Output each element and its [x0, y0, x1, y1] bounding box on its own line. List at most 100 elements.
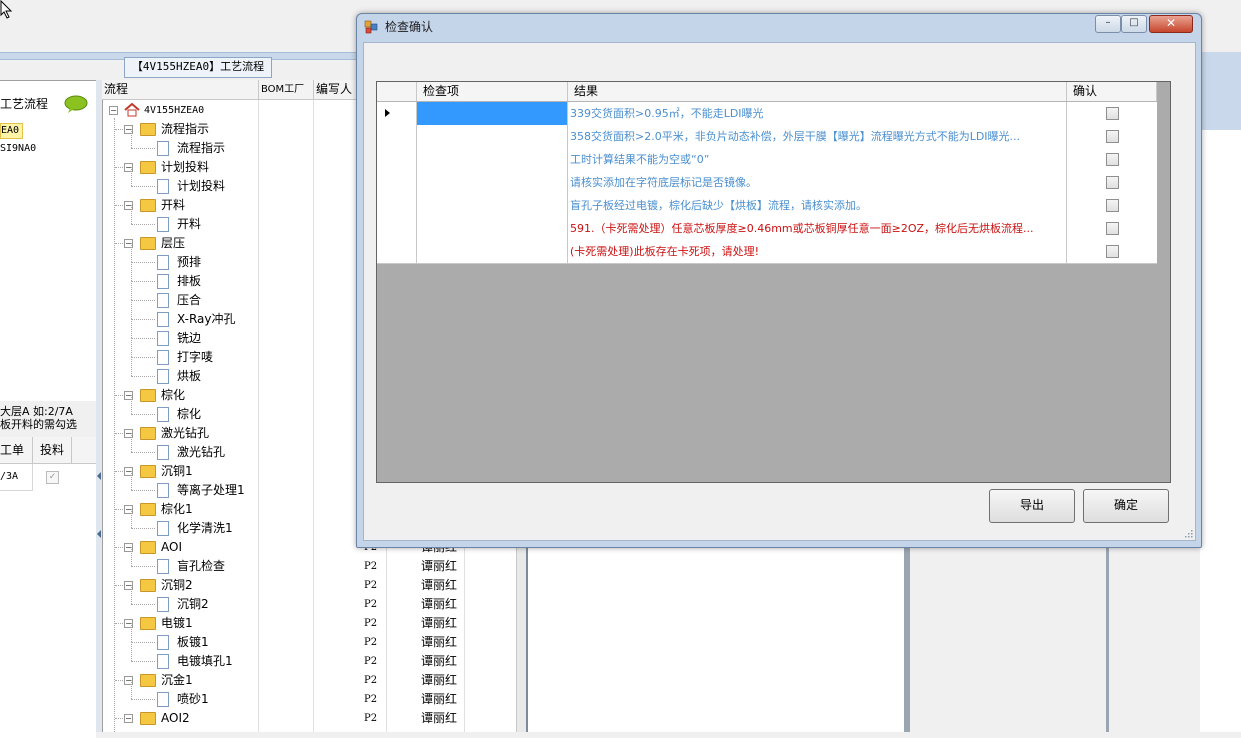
- tree-line: [131, 509, 132, 528]
- folder-icon: [140, 389, 156, 402]
- grid-header-rowselect[interactable]: [377, 82, 417, 101]
- check-item-cell[interactable]: [417, 171, 568, 194]
- check-grid-row[interactable]: 请核实添加在字符底层标记是否镜像。: [377, 171, 1157, 195]
- check-item-cell[interactable]: [417, 194, 568, 217]
- tree-row[interactable]: 板镀1P2谭丽红已编写: [102, 623, 602, 652]
- check-result-cell[interactable]: 工时计算结果不能为空或“0”: [568, 148, 1067, 171]
- tree-row[interactable]: −电镀1P2谭丽红已编写: [102, 614, 602, 633]
- confirm-checkbox[interactable]: [1106, 153, 1119, 166]
- confirm-checkbox[interactable]: [1106, 107, 1119, 120]
- grid-header-result[interactable]: 结果: [568, 82, 1067, 101]
- row-selector[interactable]: [377, 171, 417, 194]
- check-result-cell[interactable]: 591.（卡死需处理）任意芯板厚度≥0.46mm或芯板铜厚任意一面≥2OZ，棕化…: [568, 217, 1067, 240]
- export-button[interactable]: 导出: [989, 489, 1075, 523]
- check-grid-row[interactable]: 358交货面积>2.0平米，非负片动态补偿，外层干膜【曝光】流程曝光方式不能为L…: [377, 125, 1157, 149]
- minimize-button[interactable]: –: [1095, 15, 1121, 33]
- tree-row[interactable]: 盲孔检查P2谭丽红已编写: [102, 547, 602, 576]
- document-icon: [157, 274, 169, 289]
- row-selector[interactable]: [377, 194, 417, 217]
- resize-grip-icon[interactable]: [1184, 529, 1193, 538]
- check-grid-row[interactable]: 591.（卡死需处理）任意芯板厚度≥0.46mm或芯板铜厚任意一面≥2OZ，棕化…: [377, 217, 1157, 241]
- tree-line: [131, 395, 132, 414]
- check-result-cell[interactable]: 请核实添加在字符底层标记是否镜像。: [568, 171, 1067, 194]
- collapse-icon[interactable]: −: [124, 714, 133, 723]
- check-grid-row[interactable]: (卡死需处理)此板存在卡死项，请处理!: [377, 240, 1157, 264]
- tree-row[interactable]: 沉铜2P2谭丽红已编写: [102, 585, 602, 614]
- folder-icon: [140, 617, 156, 630]
- confirm-checkbox[interactable]: [1106, 222, 1119, 235]
- check-item-cell[interactable]: [417, 125, 568, 148]
- row-selector[interactable]: [377, 217, 417, 240]
- row-selector[interactable]: [377, 125, 417, 148]
- current-row-arrow-icon: [385, 109, 390, 117]
- home-icon: [124, 103, 140, 117]
- check-result-cell[interactable]: 339交货面积>0.95㎡，不能走LDI曝光: [568, 102, 1067, 125]
- check-item-cell[interactable]: [417, 217, 568, 240]
- tree-line: [131, 319, 155, 320]
- maximize-button[interactable]: □: [1121, 15, 1147, 33]
- tree-node-label: 电镀1: [161, 616, 193, 630]
- collapse-icon[interactable]: −: [109, 106, 118, 115]
- tree-node-label: 喷砂1: [177, 692, 209, 706]
- check-result-cell[interactable]: (卡死需处理)此板存在卡死项，请处理!: [568, 240, 1067, 263]
- tree-line: [115, 471, 123, 472]
- right-panel-body: [1200, 130, 1241, 732]
- folder-icon: [140, 465, 156, 478]
- tree-row[interactable]: 喷砂1P2谭丽红已编写: [102, 680, 602, 709]
- collapse-arrow-icon[interactable]: [97, 530, 101, 538]
- confirm-checkbox[interactable]: [1106, 176, 1119, 189]
- tree-node-label: AOI2: [161, 711, 190, 725]
- tree-writer-cell: 谭丽红: [421, 673, 458, 687]
- tree-line: [115, 623, 123, 624]
- collapse-arrow-icon[interactable]: [97, 472, 101, 480]
- check-item-cell[interactable]: [417, 240, 568, 263]
- left-list-item-selected[interactable]: EA0: [0, 123, 24, 139]
- grid-header-confirm[interactable]: 确认: [1067, 82, 1157, 101]
- tree-bom-cell: P2: [364, 675, 378, 686]
- tree-line: [131, 243, 132, 262]
- confirm-checkbox[interactable]: [1106, 245, 1119, 258]
- folder-icon: [140, 199, 156, 212]
- tree-line: [131, 262, 132, 281]
- check-grid-row[interactable]: 工时计算结果不能为空或“0”: [377, 148, 1157, 172]
- left-grid-header-order[interactable]: 工单: [0, 437, 33, 464]
- check-result-cell[interactable]: 358交货面积>2.0平米，非负片动态补偿，外层干膜【曝光】流程曝光方式不能为L…: [568, 125, 1067, 148]
- row-selector[interactable]: [377, 240, 417, 263]
- tree-writer-cell: 谭丽红: [421, 559, 458, 573]
- tree-writer-cell: 谭丽红: [421, 635, 458, 649]
- tree-node-label: 打字唛: [177, 350, 214, 364]
- document-icon: [157, 255, 169, 270]
- left-grid-header-feed[interactable]: 投料: [33, 437, 72, 464]
- check-item-cell[interactable]: [417, 148, 568, 171]
- document-icon: [157, 635, 169, 650]
- check-grid-row[interactable]: 盲孔子板经过电镀，棕化后缺少【烘板】流程，请核实添加。: [377, 194, 1157, 218]
- check-item-cell[interactable]: [417, 102, 568, 125]
- check-grid-header: 检查项 结果 确认: [377, 82, 1157, 102]
- tree-row[interactable]: −沉铜2P2谭丽红已编写: [102, 576, 602, 595]
- tree-row[interactable]: −沉金1P2谭丽红已编写: [102, 671, 602, 690]
- tree-header-bom[interactable]: BOM工厂: [259, 80, 314, 99]
- row-selector[interactable]: [377, 102, 417, 125]
- close-button[interactable]: ✕: [1149, 15, 1193, 33]
- check-result-cell[interactable]: 盲孔子板经过电镀，棕化后缺少【烘板】流程，请核实添加。: [568, 194, 1067, 217]
- tree-writer-cell: 谭丽红: [421, 654, 458, 668]
- tree-line: [131, 680, 132, 699]
- tree-line: [131, 414, 155, 415]
- left-grid-order-cell[interactable]: /3A: [0, 464, 33, 491]
- grid-header-item[interactable]: 检查项: [417, 82, 568, 101]
- left-grid-feed-checkbox[interactable]: ✓: [46, 471, 59, 484]
- tree-header-process[interactable]: 流程: [102, 80, 259, 99]
- left-list-item[interactable]: SI9NA0: [0, 143, 36, 154]
- row-selector[interactable]: [377, 148, 417, 171]
- ok-button[interactable]: 确定: [1083, 489, 1169, 523]
- comment-bubble-icon[interactable]: [64, 95, 88, 113]
- confirm-checkbox[interactable]: [1106, 199, 1119, 212]
- tree-line: [131, 528, 155, 529]
- tree-row[interactable]: 电镀填孔1P2谭丽红已编写: [102, 642, 602, 671]
- confirm-checkbox[interactable]: [1106, 130, 1119, 143]
- check-grid-row[interactable]: 339交货面积>0.95㎡，不能走LDI曝光: [377, 102, 1157, 126]
- tree-row[interactable]: −AOI2P2谭丽红已编写: [102, 709, 602, 728]
- tree-line: [131, 281, 132, 300]
- tree-node-label: 排板: [177, 274, 202, 288]
- document-icon: [157, 521, 169, 536]
